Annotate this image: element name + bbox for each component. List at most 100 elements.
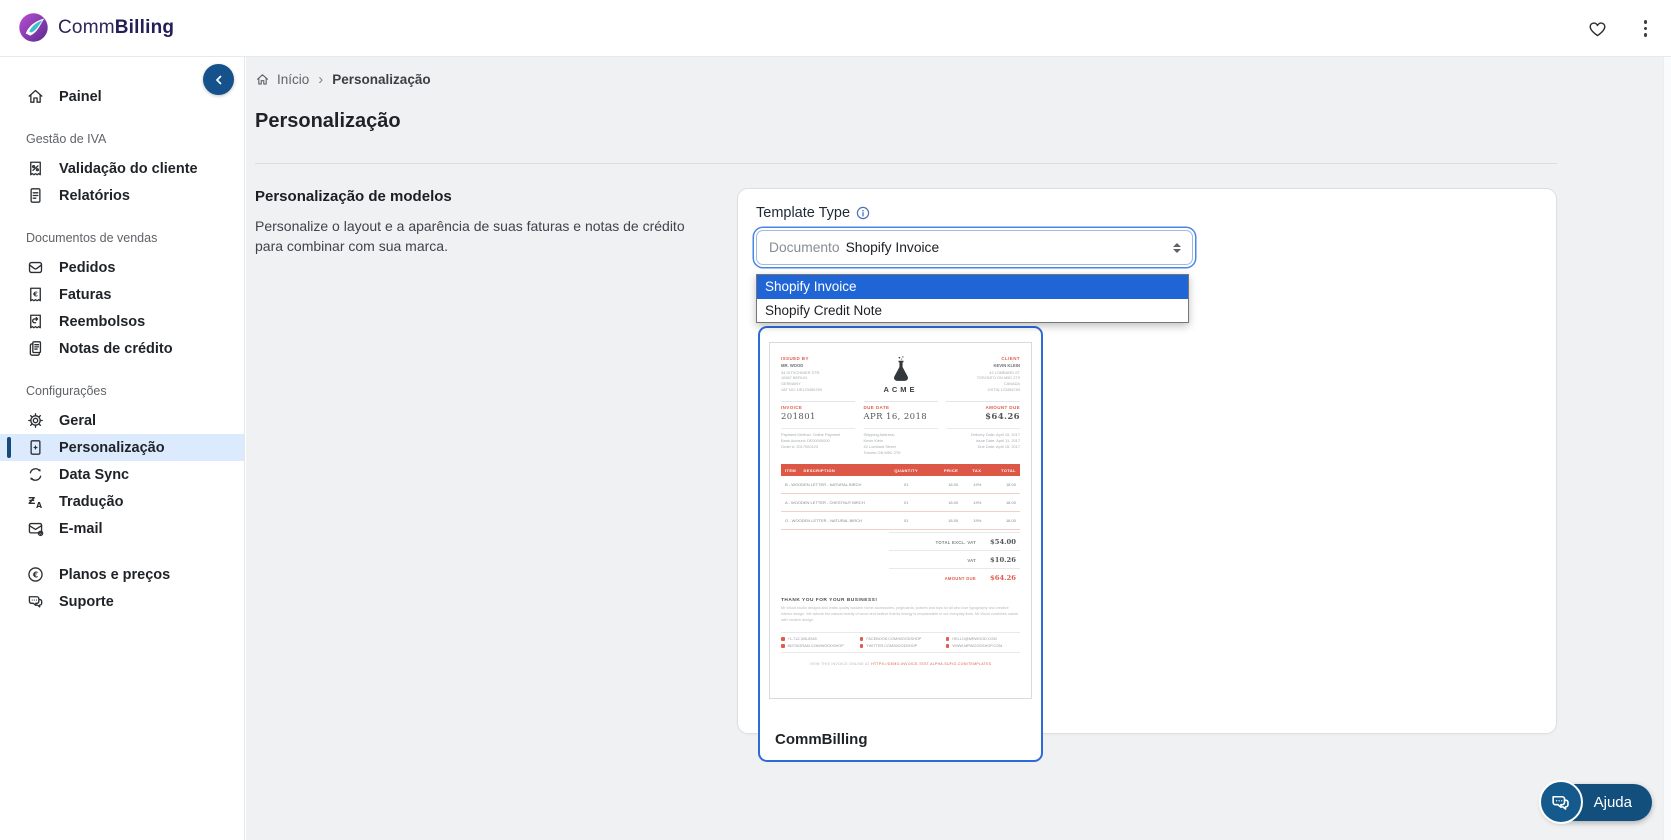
invoice-amount-due-block: AMOUNT DUE $64.26 bbox=[946, 401, 1020, 422]
brand-name: CommBilling bbox=[58, 17, 174, 39]
sidebar-item-email[interactable]: E-mail bbox=[0, 515, 244, 542]
contact-entry: INSTAGRAM.COM/WOODSHOP bbox=[781, 644, 860, 648]
document-icon bbox=[26, 186, 45, 205]
select-prefix: Documento bbox=[769, 240, 840, 255]
invoice-client: CLIENT KEVIN KLEIN 42 LOMBARD ST TORONTO… bbox=[976, 356, 1020, 393]
breadcrumb-home-link[interactable]: Início bbox=[255, 72, 309, 87]
contact-entry: FACEBOOK.COM/WOODSHOP bbox=[859, 637, 946, 641]
sidebar-item-label: Validação do cliente bbox=[59, 160, 198, 177]
invoice-template-thumbnail: ISSUED BY MR. WOOD 44 GITSCHINER STR. 10… bbox=[769, 342, 1032, 699]
invoice-thanks-block: THANK YOU FOR YOUR BUSINESS! Mr Wood stu… bbox=[781, 598, 1019, 623]
receipt-euro-icon: € bbox=[26, 285, 45, 304]
template-type-dropdown: Shopify Invoice Shopify Credit Note bbox=[756, 274, 1189, 323]
phone-icon bbox=[781, 637, 785, 641]
sidebar-item-label: Reembolsos bbox=[59, 313, 146, 330]
sidebar-section-header: Documentos de vendas bbox=[26, 231, 158, 245]
sidebar-item-geral[interactable]: Geral bbox=[0, 407, 244, 434]
receipt-return-icon bbox=[26, 312, 45, 331]
sidebar-item-label: Geral bbox=[59, 412, 97, 429]
contact-entry: TWITTER.COM/WOODSHOP bbox=[859, 644, 946, 648]
invoice-table-row: B - WOODEN LETTER - NATURAL BIRCH 01 18.00… bbox=[781, 476, 1020, 495]
app-logo[interactable]: CommBilling bbox=[18, 12, 174, 43]
title-divider bbox=[255, 163, 1557, 164]
sidebar-item-label: Personalização bbox=[59, 439, 165, 456]
sidebar-item-personalizacao[interactable]: Personalização bbox=[0, 434, 244, 461]
receipt-percent-icon bbox=[26, 159, 45, 178]
breadcrumb-home-label: Início bbox=[277, 72, 310, 87]
chevron-left-icon bbox=[215, 75, 221, 84]
invoice-shipping-meta: Shipping Address: Kevin Klein 42 Lombard… bbox=[863, 428, 938, 455]
twitter-icon bbox=[859, 644, 864, 648]
svg-text:A: A bbox=[36, 501, 42, 510]
invoice-issued-by: ISSUED BY MR. WOOD 44 GITSCHINER STR. 10… bbox=[781, 356, 822, 393]
sidebar-collapse-button[interactable] bbox=[203, 64, 234, 95]
help-button[interactable]: Ajuda bbox=[1538, 780, 1652, 824]
sidebar-item-label: Suporte bbox=[59, 593, 114, 610]
favorite-heart-icon[interactable] bbox=[1587, 19, 1608, 39]
sidebar-item-label: E-mail bbox=[59, 520, 103, 537]
page-title: Personalização bbox=[255, 110, 401, 132]
acme-logo: ACME bbox=[866, 356, 936, 394]
svg-text:€: € bbox=[32, 570, 38, 579]
sidebar-item-suporte[interactable]: Suporte bbox=[0, 588, 244, 615]
sidebar-item-reembolsos[interactable]: Reembolsos bbox=[0, 308, 244, 335]
dropdown-option-shopify-credit-note[interactable]: Shopify Credit Note bbox=[757, 299, 1188, 323]
brand-logo-icon bbox=[19, 13, 48, 42]
svg-text:€: € bbox=[32, 290, 38, 298]
facebook-icon bbox=[859, 637, 864, 641]
overflow-menu-icon[interactable] bbox=[1638, 16, 1654, 41]
template-caption: CommBilling bbox=[775, 731, 868, 748]
translate-icon: ƵA bbox=[26, 492, 45, 511]
gear-icon bbox=[26, 411, 45, 430]
breadcrumb: Início Personalização bbox=[255, 57, 1557, 88]
home-icon bbox=[26, 87, 45, 106]
svg-text:Ƶ: Ƶ bbox=[28, 496, 35, 507]
email-icon bbox=[945, 637, 950, 641]
mail-gear-icon bbox=[26, 519, 45, 538]
template-type-select[interactable]: Documento Shopify Invoice bbox=[756, 230, 1193, 265]
sidebar-item-planos-e-precos[interactable]: € Planos e preços bbox=[0, 561, 244, 588]
invoice-totals: TOTAL EXCL. VAT $54.00 VAT $10.26 AMOUNT D… bbox=[888, 532, 1020, 586]
invoice-footer: VIEW THIS INVOICE ONLINE AT HTTPS://DEMO… bbox=[809, 662, 992, 667]
contact-entry: WWW.MRWOODSHOP.COM bbox=[945, 644, 1020, 648]
sidebar-section-header: Configurações bbox=[26, 384, 107, 398]
instagram-icon bbox=[781, 644, 785, 648]
document-star-icon bbox=[26, 438, 45, 457]
sidebar-item-validacao-do-cliente[interactable]: Validação do cliente bbox=[0, 155, 244, 182]
home-icon bbox=[256, 74, 269, 85]
invoice-due-date-block: DUE DATE APR 16, 2018 bbox=[863, 401, 938, 422]
sidebar-item-traducao[interactable]: ƵA Tradução bbox=[0, 488, 244, 515]
sidebar-item-label: Painel bbox=[59, 88, 102, 105]
sidebar-item-label: Pedidos bbox=[59, 259, 116, 276]
select-value: Shopify Invoice bbox=[845, 240, 940, 255]
sidebar-item-faturas[interactable]: € Faturas bbox=[0, 281, 244, 308]
sidebar-item-notas-de-credito[interactable]: Notas de crédito bbox=[0, 335, 244, 362]
contact-entry: +1-712-345-8345 bbox=[781, 637, 860, 641]
sidebar-item-label: Relatórios bbox=[59, 187, 130, 204]
chat-bubbles-icon bbox=[26, 592, 45, 611]
template-preview-card[interactable]: ISSUED BY MR. WOOD 44 GITSCHINER STR. 10… bbox=[758, 326, 1043, 762]
sidebar-item-relatorios[interactable]: Relatórios bbox=[0, 182, 244, 209]
main-content: Início Personalização Personalização Per… bbox=[246, 57, 1663, 840]
invoice-dates-meta: Delivery Date: April 15, 2017 Issue Date… bbox=[946, 428, 1020, 455]
invoice-contacts: +1-712-345-8345 FACEBOOK.COM/WOODSHOP HE… bbox=[781, 632, 1020, 654]
scrollbar[interactable] bbox=[1663, 57, 1671, 840]
sidebar-item-data-sync[interactable]: Data Sync bbox=[0, 461, 244, 488]
info-icon[interactable] bbox=[856, 206, 870, 220]
dropdown-option-shopify-invoice[interactable]: Shopify Invoice bbox=[757, 275, 1188, 299]
sync-icon bbox=[26, 465, 45, 484]
invoice-table-header: ITEM DESCRIPTION QUANTITY PRICE TAX TOTAL bbox=[781, 464, 1020, 477]
header-actions bbox=[1587, 0, 1654, 57]
sidebar-item-label: Data Sync bbox=[59, 466, 130, 483]
sidebar-item-label: Planos e preços bbox=[59, 566, 171, 583]
sidebar-item-label: Faturas bbox=[59, 286, 112, 303]
invoice-payment-meta: Payment Method: Online Payment Bank Acco… bbox=[781, 428, 855, 455]
brand-prefix: Comm bbox=[58, 16, 115, 38]
breadcrumb-current: Personalização bbox=[332, 72, 431, 87]
copy-document-icon bbox=[26, 339, 45, 358]
sidebar-item-pedidos[interactable]: Pedidos bbox=[0, 254, 244, 281]
sidebar: Painel Gestão de IVA Validação do client… bbox=[0, 57, 245, 840]
templates-section-description: Personalize o layout e a aparência de su… bbox=[255, 218, 685, 255]
invoice-table-row: O - WOODEN LETTER - NATURAL BIRCH 01 18.00… bbox=[781, 512, 1020, 531]
help-button-label: Ajuda bbox=[1593, 794, 1632, 811]
